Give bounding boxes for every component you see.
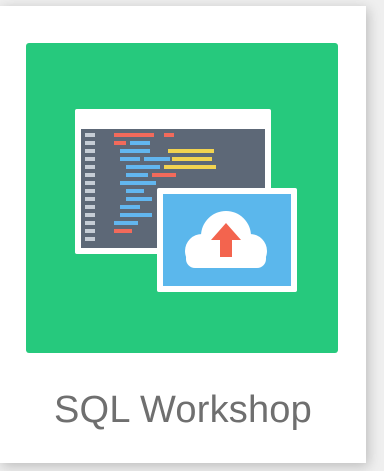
sql-workshop-label: SQL Workshop bbox=[54, 389, 312, 431]
gutter-line bbox=[85, 221, 95, 225]
code-line bbox=[114, 221, 138, 225]
code-line bbox=[120, 149, 150, 153]
code-line bbox=[168, 149, 214, 153]
editor-titlebar bbox=[81, 116, 265, 123]
gutter-line bbox=[85, 141, 95, 145]
upload-panel-icon bbox=[157, 188, 297, 292]
gutter-line bbox=[85, 205, 95, 209]
code-line bbox=[126, 173, 148, 177]
code-line bbox=[164, 165, 216, 169]
gutter-line bbox=[85, 173, 95, 177]
code-line bbox=[120, 205, 140, 209]
sql-workshop-card[interactable]: SQL Workshop bbox=[0, 6, 366, 463]
code-line bbox=[126, 189, 144, 193]
code-line bbox=[172, 157, 212, 161]
gutter-line bbox=[85, 165, 95, 169]
code-line bbox=[120, 213, 152, 217]
gutter-line bbox=[85, 157, 95, 161]
code-line bbox=[152, 173, 176, 177]
screen: SQL Workshop bbox=[0, 0, 384, 471]
gutter-line bbox=[85, 229, 95, 233]
gutter-line bbox=[85, 133, 95, 137]
code-line bbox=[130, 141, 150, 145]
gutter-line bbox=[85, 149, 95, 153]
code-line bbox=[114, 141, 126, 145]
code-line bbox=[126, 197, 152, 201]
gutter-line bbox=[85, 197, 95, 201]
gutter-line bbox=[85, 181, 95, 185]
code-line bbox=[144, 157, 170, 161]
sql-workshop-upload-icon bbox=[26, 43, 338, 353]
code-line bbox=[120, 157, 140, 161]
code-line bbox=[120, 181, 156, 185]
gutter-line bbox=[85, 237, 95, 241]
code-line bbox=[126, 165, 160, 169]
gutter-line bbox=[85, 213, 95, 217]
code-line bbox=[164, 133, 174, 137]
sql-workshop-icon-tile[interactable] bbox=[26, 43, 338, 353]
gutter-line bbox=[85, 189, 95, 193]
code-line bbox=[114, 229, 132, 233]
code-line bbox=[114, 133, 154, 137]
